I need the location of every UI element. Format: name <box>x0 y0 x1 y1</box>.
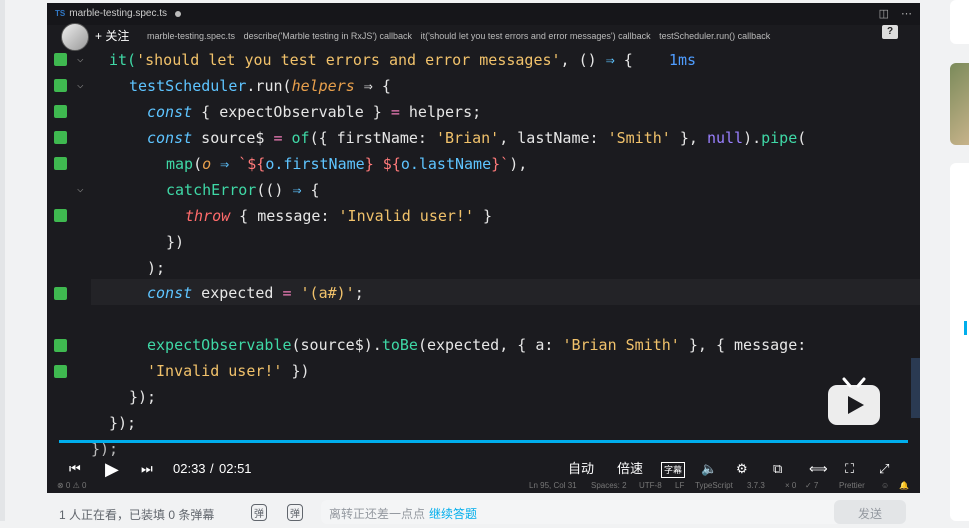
editor-status-bar: ⊗ 0 ⚠ 0 Ln 95, Col 31 Spaces: 2 UTF-8 LF… <box>47 481 920 493</box>
tab-title: marble-testing.spec.ts <box>69 8 168 19</box>
check-count[interactable]: ✓ 7 <box>805 481 818 490</box>
code-line: const source$ = of({ firstName: 'Brian',… <box>147 129 807 147</box>
next-icon[interactable]: ⏭ <box>141 455 153 483</box>
fullscreen-icon[interactable]: ⤢ <box>879 455 889 483</box>
help-icon[interactable]: ? <box>882 25 898 39</box>
subtitle-button[interactable]: 字幕 <box>661 462 686 478</box>
code-line: testScheduler.run(helpers ⇒ { <box>129 77 391 95</box>
unsaved-dot-icon <box>175 11 182 17</box>
continue-quiz-link[interactable]: 继续答题 <box>429 507 477 521</box>
quality-button[interactable]: 自动 <box>568 455 594 483</box>
code-line: const expected = '(a#)'; <box>147 284 364 302</box>
more-icon[interactable]: ⋯ <box>901 7 912 20</box>
fold-chevron-icon[interactable]: ⌵ <box>77 183 87 194</box>
progress-bar[interactable] <box>59 440 908 443</box>
editor-tab[interactable]: TS marble-testing.spec.ts <box>55 3 182 25</box>
code-line: it('should let you test errors and error… <box>109 51 697 69</box>
account-icon[interactable]: ☺ <box>881 481 889 490</box>
code-line: }); <box>129 388 157 406</box>
danmaku-placeholder: 离转正还差一点点 <box>329 507 426 521</box>
breadcrumb-item[interactable]: marble-testing.spec.ts <box>147 31 235 41</box>
time-total: 02:51 <box>219 461 252 476</box>
language-mode[interactable]: TypeScript <box>695 481 733 490</box>
indent-setting[interactable]: Spaces: 2 <box>591 481 627 490</box>
ts-version[interactable]: 3.7.3 <box>747 481 765 490</box>
previous-icon[interactable]: ⏮ <box>69 455 81 483</box>
send-button[interactable]: 发送 <box>834 500 906 524</box>
gutter-added-marker <box>54 53 67 66</box>
gutter-added-marker <box>54 157 67 170</box>
bilibili-tv-icon <box>828 377 880 425</box>
breadcrumb-item[interactable]: it('should let you test errors and error… <box>421 31 651 41</box>
sidebar-card[interactable] <box>950 0 969 44</box>
line-ending[interactable]: LF <box>675 481 684 490</box>
minimap-slider[interactable] <box>911 358 920 418</box>
settings-gear-icon[interactable]: ⚙ <box>736 455 748 483</box>
breadcrumb: marble-testing.spec.ts describe('Marble … <box>47 25 920 47</box>
code-line: map(o ⇒ `${o.firstName} ${o.lastName}`), <box>166 155 528 173</box>
breadcrumb-item[interactable]: describe('Marble testing in RxJS') callb… <box>244 31 413 41</box>
right-sidebar <box>950 0 969 521</box>
danmaku-input[interactable]: 离转正还差一点点 继续答题 <box>321 500 881 524</box>
code-line: catchError(() ⇒ { <box>166 181 320 199</box>
play-icon[interactable]: ▶ <box>105 455 119 483</box>
danmaku-bar: 1 人正在看，已装填 0 条弹幕 弹 弹 离转正还差一点点 继续答题 发送 <box>47 497 920 524</box>
danmaku-settings-icon[interactable]: 弹 <box>287 504 303 521</box>
notifications-icon[interactable]: 🔔 <box>899 481 909 490</box>
test-duration-badge: 1ms <box>668 51 697 69</box>
breadcrumb-item[interactable]: testScheduler.run() callback <box>659 31 770 41</box>
editor-tab-bar: TS marble-testing.spec.ts ◫ ⋯ <box>47 3 920 25</box>
volume-icon[interactable]: 🔈 <box>701 455 717 483</box>
playlist-active-marker <box>964 321 967 335</box>
gutter-added-marker <box>54 339 67 352</box>
cursor-position[interactable]: Ln 95, Col 31 <box>529 481 577 490</box>
gutter-added-marker <box>54 105 67 118</box>
error-count[interactable]: × 0 <box>785 481 796 490</box>
code-line: ); <box>147 259 166 277</box>
player-controls: ⏮ ▶ ⏭ 02:33 / 02:51 自动 倍速 字幕 🔈 ⚙ ⧉ ⟺ ⛶ ⤢ <box>47 455 920 483</box>
problems-count[interactable]: ⊗ 0 ⚠ 0 <box>57 481 86 490</box>
code-line: }) <box>166 233 185 251</box>
picture-in-picture-icon[interactable]: ⧉ <box>773 455 782 483</box>
split-editor-icon[interactable]: ◫ <box>879 7 889 20</box>
page-left-edge <box>0 0 5 521</box>
gutter-added-marker <box>54 209 67 222</box>
gutter-added-marker <box>54 287 67 300</box>
code-line: const { expectObservable } = helpers; <box>147 103 482 121</box>
code-line: 'Invalid user!' }) <box>147 362 310 380</box>
encoding[interactable]: UTF-8 <box>639 481 662 490</box>
time-current: 02:33 <box>173 461 206 476</box>
typescript-icon: TS <box>55 9 66 18</box>
progress-fill <box>59 440 908 443</box>
gutter-added-marker <box>54 79 67 92</box>
fold-chevron-icon[interactable]: ⌵ <box>77 79 87 90</box>
fold-chevron-icon[interactable]: ⌵ <box>77 53 87 64</box>
web-fullscreen-icon[interactable]: ⛶ <box>845 455 854 483</box>
code-line: expectObservable(source$).toBe(expected,… <box>147 336 807 354</box>
sidebar-playlist <box>950 163 969 521</box>
danmaku-toggle-icon[interactable]: 弹 <box>251 504 267 521</box>
gutter-added-marker <box>54 365 67 378</box>
sidebar-thumbnail[interactable] <box>950 63 969 145</box>
prettier-status[interactable]: Prettier <box>839 481 865 490</box>
speed-button[interactable]: 倍速 <box>617 455 643 483</box>
follow-button[interactable]: + 关注 <box>95 27 129 44</box>
video-player[interactable]: TS marble-testing.spec.ts ◫ ⋯ marble-tes… <box>47 3 920 493</box>
viewer-count: 1 人正在看，已装填 0 条弹幕 <box>59 508 215 522</box>
code-line: throw { message: 'Invalid user!' } <box>185 207 493 225</box>
gutter-added-marker <box>54 131 67 144</box>
code-editor[interactable]: ⌵ it('should let you test errors and err… <box>47 47 920 458</box>
widescreen-icon[interactable]: ⟺ <box>809 455 828 483</box>
time-separator: / <box>210 461 214 476</box>
tab-actions: ◫ ⋯ <box>879 7 912 20</box>
code-line: }); <box>109 414 137 432</box>
